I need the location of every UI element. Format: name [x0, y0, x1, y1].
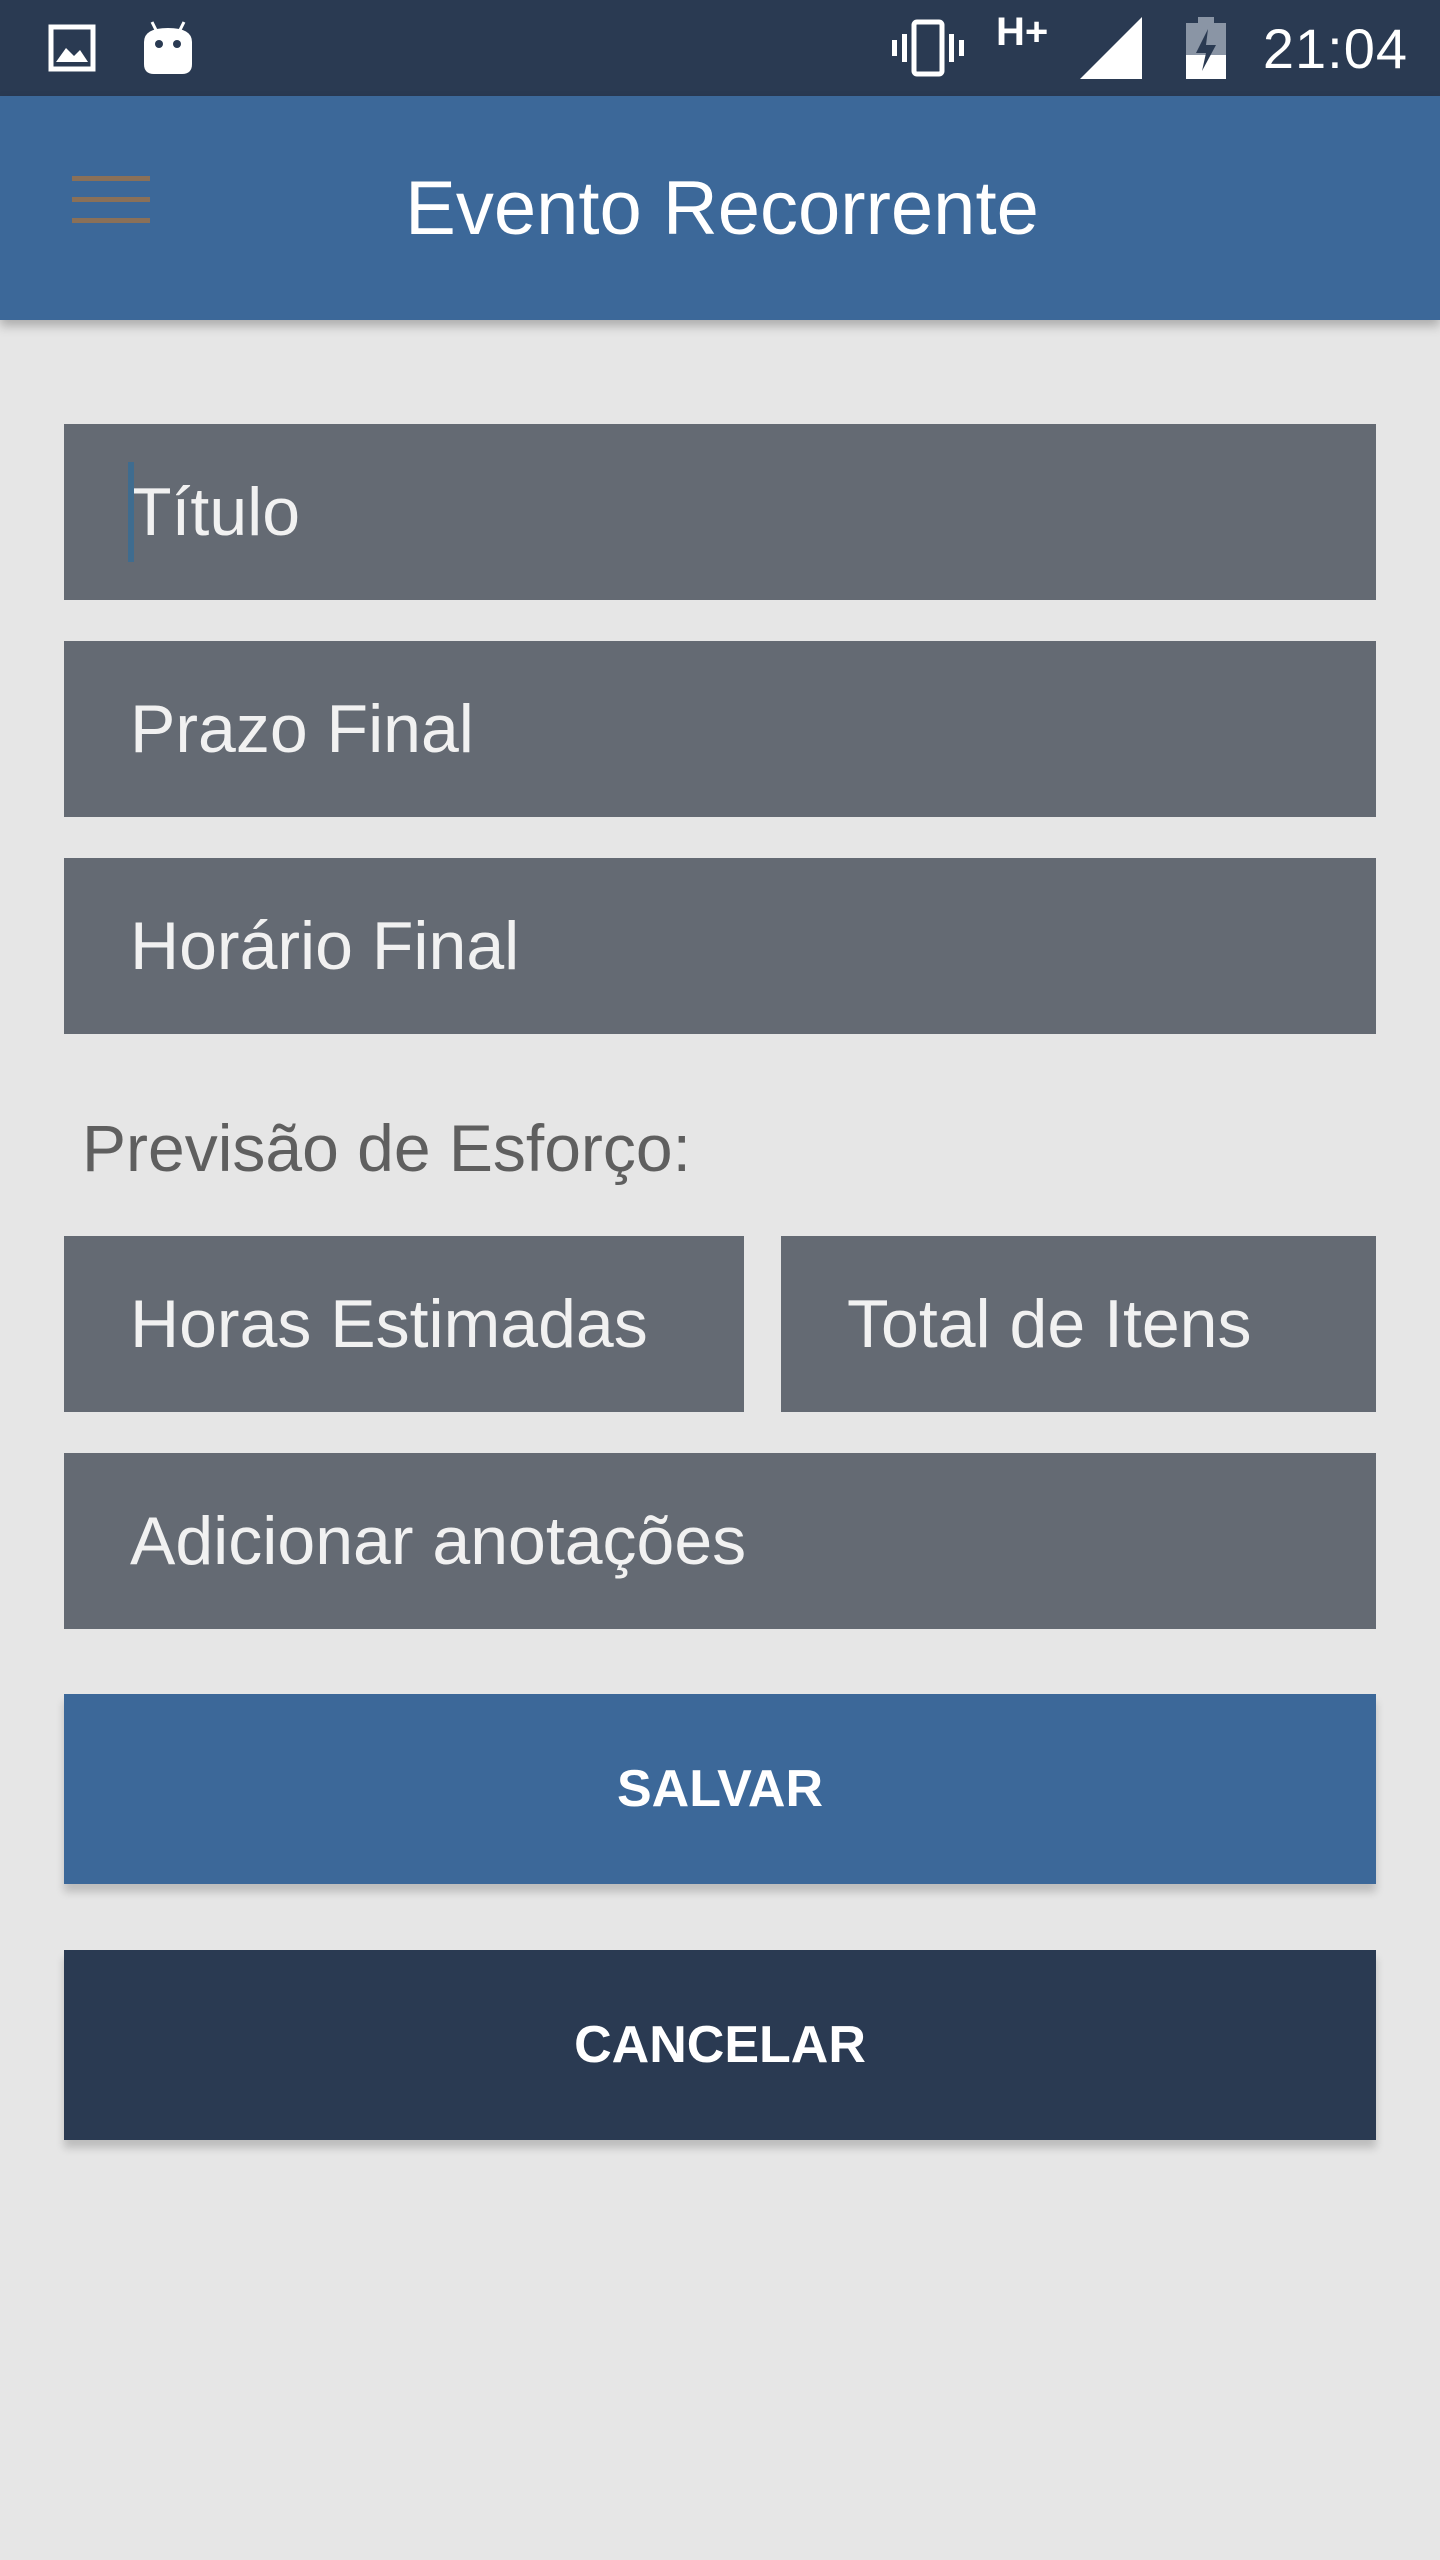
estimated-hours-placeholder: Horas Estimadas	[130, 1286, 648, 1362]
total-items-placeholder: Total de Itens	[847, 1286, 1252, 1362]
deadline-input[interactable]: Prazo Final	[64, 641, 1376, 817]
image-icon	[48, 0, 96, 96]
effort-label: Previsão de Esforço:	[82, 1111, 691, 1185]
clock: 21:04	[1262, 16, 1408, 80]
network-type-label: H+	[996, 10, 1049, 54]
text-cursor	[128, 462, 134, 562]
title-placeholder: Título	[130, 474, 301, 550]
deadline-placeholder: Prazo Final	[130, 691, 474, 767]
notes-placeholder: Adicionar anotações	[130, 1503, 747, 1579]
total-items-input[interactable]: Total de Itens	[781, 1236, 1376, 1412]
cancel-button[interactable]: CANCELAR	[64, 1950, 1376, 2140]
signal-icon	[1080, 0, 1142, 96]
status-bar: H+ 21:04	[0, 0, 1440, 96]
save-button[interactable]: SALVAR	[64, 1694, 1376, 1884]
battery-charging-icon	[1186, 0, 1226, 96]
title-input[interactable]: Título	[64, 424, 1376, 600]
app-bar: Evento Recorrente	[0, 96, 1440, 320]
android-icon	[142, 0, 194, 96]
estimated-hours-input[interactable]: Horas Estimadas	[64, 1236, 744, 1412]
notes-input[interactable]: Adicionar anotações	[64, 1453, 1376, 1629]
end-time-input[interactable]: Horário Final	[64, 858, 1376, 1034]
page-title: Evento Recorrente	[405, 165, 1039, 251]
vibrate-icon	[892, 0, 964, 96]
end-time-placeholder: Horário Final	[130, 908, 520, 984]
